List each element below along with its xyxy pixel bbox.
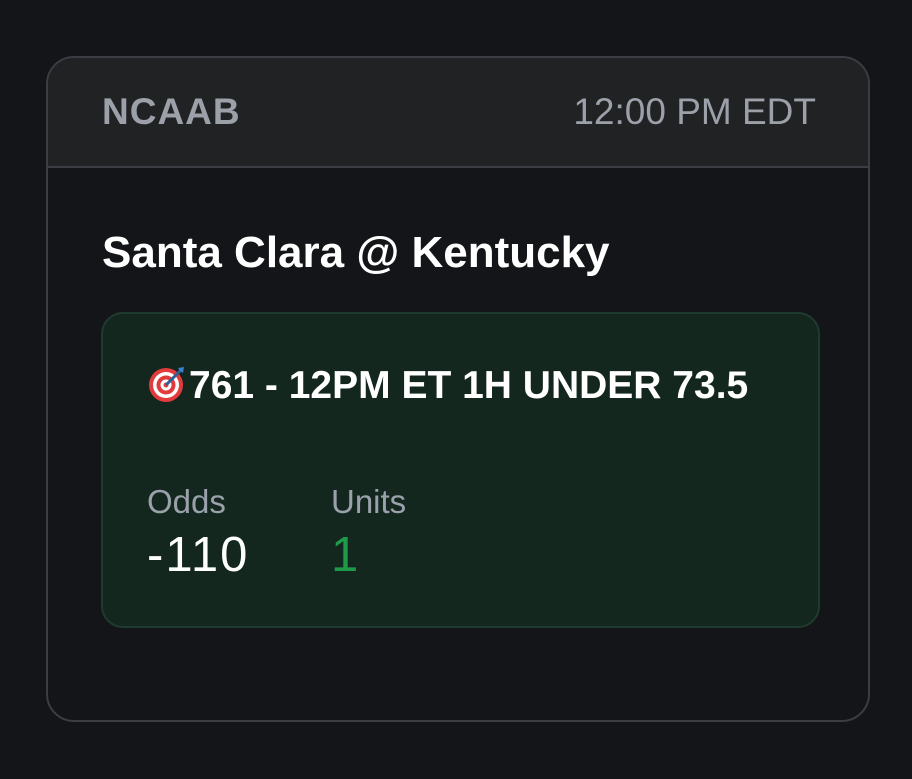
target-icon — [147, 364, 187, 404]
odds-label: Odds — [147, 483, 226, 520]
units-value: 1 — [331, 528, 361, 582]
pick-details: 761 - 12PM ET 1H UNDER 73.5 Odds -110 Un… — [101, 312, 820, 628]
card-header: NCAAB 12:00 PM EDT — [48, 58, 868, 168]
game-time: 12:00 PM EDT — [573, 91, 816, 132]
matchup-title: Santa Clara @ Kentucky — [102, 228, 610, 277]
pick-title-text: 761 - 12PM ET 1H UNDER 73.5 — [189, 364, 749, 407]
odds-value: -110 — [147, 528, 250, 582]
league-label: NCAAB — [102, 91, 241, 132]
pick-title: 761 - 12PM ET 1H UNDER 73.5 — [147, 360, 767, 412]
units-stat: Units 1 — [331, 482, 406, 584]
odds-stat: Odds -110 — [147, 482, 249, 584]
pick-card: NCAAB 12:00 PM EDT Santa Clara @ Kentuck… — [46, 56, 870, 722]
units-label: Units — [331, 483, 407, 520]
